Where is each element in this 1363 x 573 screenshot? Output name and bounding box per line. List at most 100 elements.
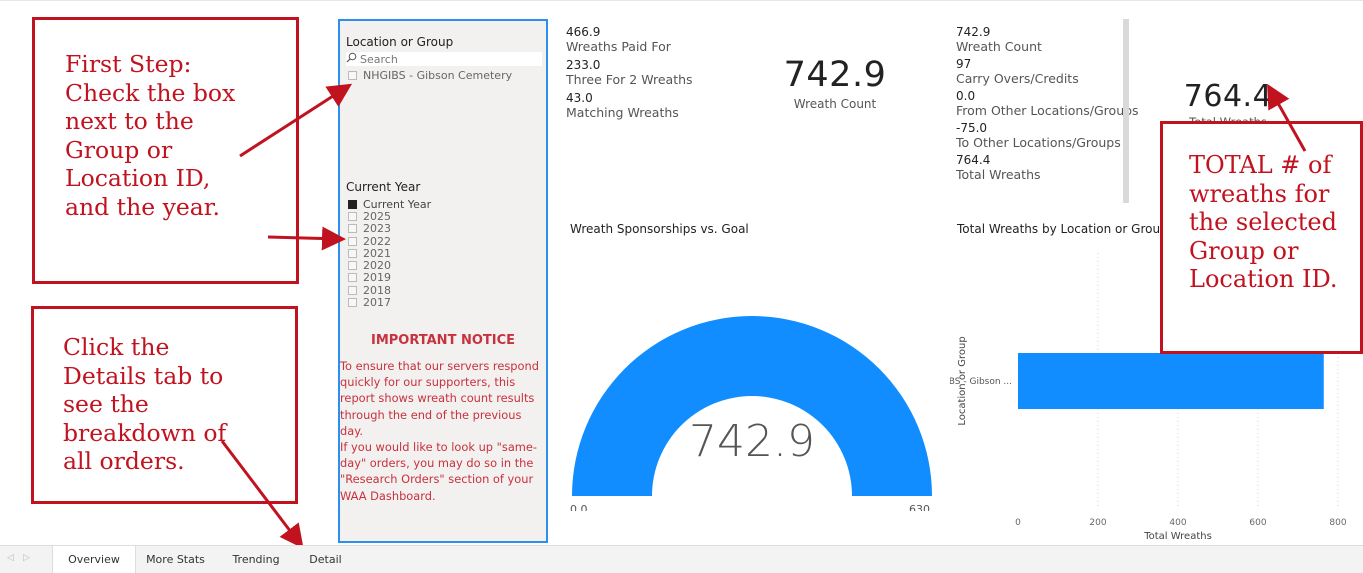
notice-line: If you would like to look up "same- [340,440,538,455]
kpi-item: 742.9 Wreath Count [956,25,1139,54]
wreath-count-label: Wreath Count [793,97,877,111]
gauge-min-label: 0.0 [570,503,588,511]
notice-line: quickly for our supporters, this [340,375,516,390]
tab-label: Trending [232,553,280,566]
tab-overview[interactable]: Overview [52,546,136,573]
callout-line: Details tab to [63,361,224,390]
year-checkbox-item[interactable]: 2023 [348,222,431,236]
kpi-item: 233.0 Three For 2 Wreaths [566,58,693,87]
tab-more-stats[interactable]: More Stats [134,546,217,573]
tab-trending[interactable]: Trending [217,546,295,573]
year-checkbox-item[interactable]: Current Year [348,197,432,211]
tab-scroll-left-icon[interactable]: ◁ [7,553,14,563]
x-tick-label: 0 [1015,518,1021,528]
callout-line: Location ID. [1189,265,1338,293]
callout-line: Check the box [65,78,236,107]
x-tick-label: 800 [1329,518,1346,528]
kpi-label: Wreaths Paid For [566,39,671,54]
year-checkbox-item[interactable]: 2019 [348,271,431,285]
year-checkbox[interactable] [348,236,357,246]
year-label: 2022 [363,234,391,248]
wreath-count-value: 742.9 [783,55,887,95]
slicer-panel: Location or Group Search NHGIBS - Gibson… [338,19,548,543]
callout-line: Group or [1189,236,1299,265]
year-checkbox-item[interactable]: 2022 [348,234,431,248]
year-checkbox[interactable] [348,224,357,234]
callout-line: and the year. [65,192,220,221]
callout-line: breakdown of [63,418,227,447]
notice-line: To ensure that our servers respond [340,359,539,373]
kpi-item: 97 Carry Overs/Credits [956,57,1139,86]
notice-line: "Research Orders" section of your [340,472,534,487]
gauge-fill-arc [572,316,932,496]
kpi-item: 764.4 Total Wreaths [956,153,1139,182]
kpi-left-stack: 466.9 Wreaths Paid For 233.0 Three For 2 Wr… [566,25,693,124]
kpi-label: To Other Locations/Groups [956,135,1121,150]
notice-title: IMPORTANT NOTICE [370,333,516,348]
callout-line: see the [63,390,149,418]
kpi-value: 43.0 [566,91,593,105]
notice-line: WAA Dashboard. [340,488,436,503]
year-checkbox-item[interactable]: 2021 [348,246,431,260]
year-label: 2017 [363,296,391,310]
year-checkbox-item[interactable]: 2020 [348,259,431,273]
notice-line: through the end of the previous day. [340,407,522,438]
location-search-input[interactable]: Search [346,52,542,66]
year-checkbox[interactable] [348,273,357,283]
kpi-label: Wreath Count [956,39,1042,54]
notice-body: To ensure that our servers respond quickl… [337,358,547,504]
year-label: 2021 [363,246,391,260]
location-checkbox[interactable] [348,70,357,80]
year-checkbox-item[interactable]: 2018 [348,283,431,297]
year-label: 2018 [363,283,391,297]
x-tick-label: 600 [1249,518,1266,528]
gauge-chart: 742.9 0.0 630 [570,316,932,511]
year-list: Current Year 2025 2023 2022 2021 2020 2019 2018… [348,198,431,309]
year-checkbox-item[interactable]: 2025 [348,210,431,223]
year-checkbox[interactable] [348,261,357,271]
bar-chart-title: Total Wreaths by Location or Group [957,222,1168,236]
tab-scroll-right-icon[interactable]: ▷ [23,553,30,563]
year-checkbox[interactable] [348,285,357,295]
x-tick-label: 200 [1089,518,1106,528]
notice-line: report shows wreath count results [340,391,535,406]
important-notice: IMPORTANT NOTICE [340,333,546,348]
year-label: 2019 [363,271,391,285]
year-label: 2020 [363,259,391,273]
bar[interactable] [1018,353,1324,409]
tab-label: More Stats [146,553,205,566]
kpi-value: -75.0 [956,121,988,135]
tab-detail[interactable]: Detail [295,546,356,573]
kpi-right-stack: 742.9 Wreath Count 97 Carry Overs/Credits 0.… [956,25,1139,185]
kpi-item: -75.0 To Other Locations/Groups [956,121,1139,150]
location-item-label: NHGIBS - Gibson Cemetery [363,68,513,82]
year-checkbox[interactable] [348,298,357,308]
year-checkbox[interactable] [348,211,357,221]
callout-line: Click the [63,333,170,361]
year-label: 2023 [363,222,391,236]
year-checkbox[interactable] [348,199,357,209]
x-tick-label: 400 [1169,518,1186,528]
kpi-item: 0.0 From Other Locations/Groups [956,89,1139,118]
kpi-label: Carry Overs/Credits [956,71,1079,86]
gauge-title: Wreath Sponsorships vs. Goal [570,222,749,236]
callout-line: all orders. [63,447,185,475]
kpi-scrollbar[interactable] [1123,19,1129,203]
year-slicer-title: Current Year [346,180,421,194]
location-slicer-title: Location or Group [346,35,454,49]
details-callout: Click the Details tab to see the breakdown … [31,306,298,504]
year-label: Current Year [363,197,432,211]
total-callout: TOTAL # of wreaths for the selected Group o… [1160,121,1363,354]
first-step-callout: First Step: Check the box next to the Group… [32,17,299,284]
callout-line: the selected [1189,208,1337,236]
year-checkbox[interactable] [348,248,357,258]
location-checkbox-item[interactable]: NHGIBS - Gibson Cemetery [348,68,513,82]
tab-label: Overview [68,553,120,566]
gauge-value-label: 742.9 [689,416,815,467]
kpi-value: 233.0 [566,58,601,72]
year-checkbox-item[interactable]: 2017 [348,296,431,310]
kpi-label: Total Wreaths [956,167,1041,182]
callout-line: Location ID, [65,164,211,192]
page-tabs-bar: ◁ ▷ Overview More Stats Trending Detail [0,545,1363,573]
kpi-value: 764.4 [956,153,991,167]
